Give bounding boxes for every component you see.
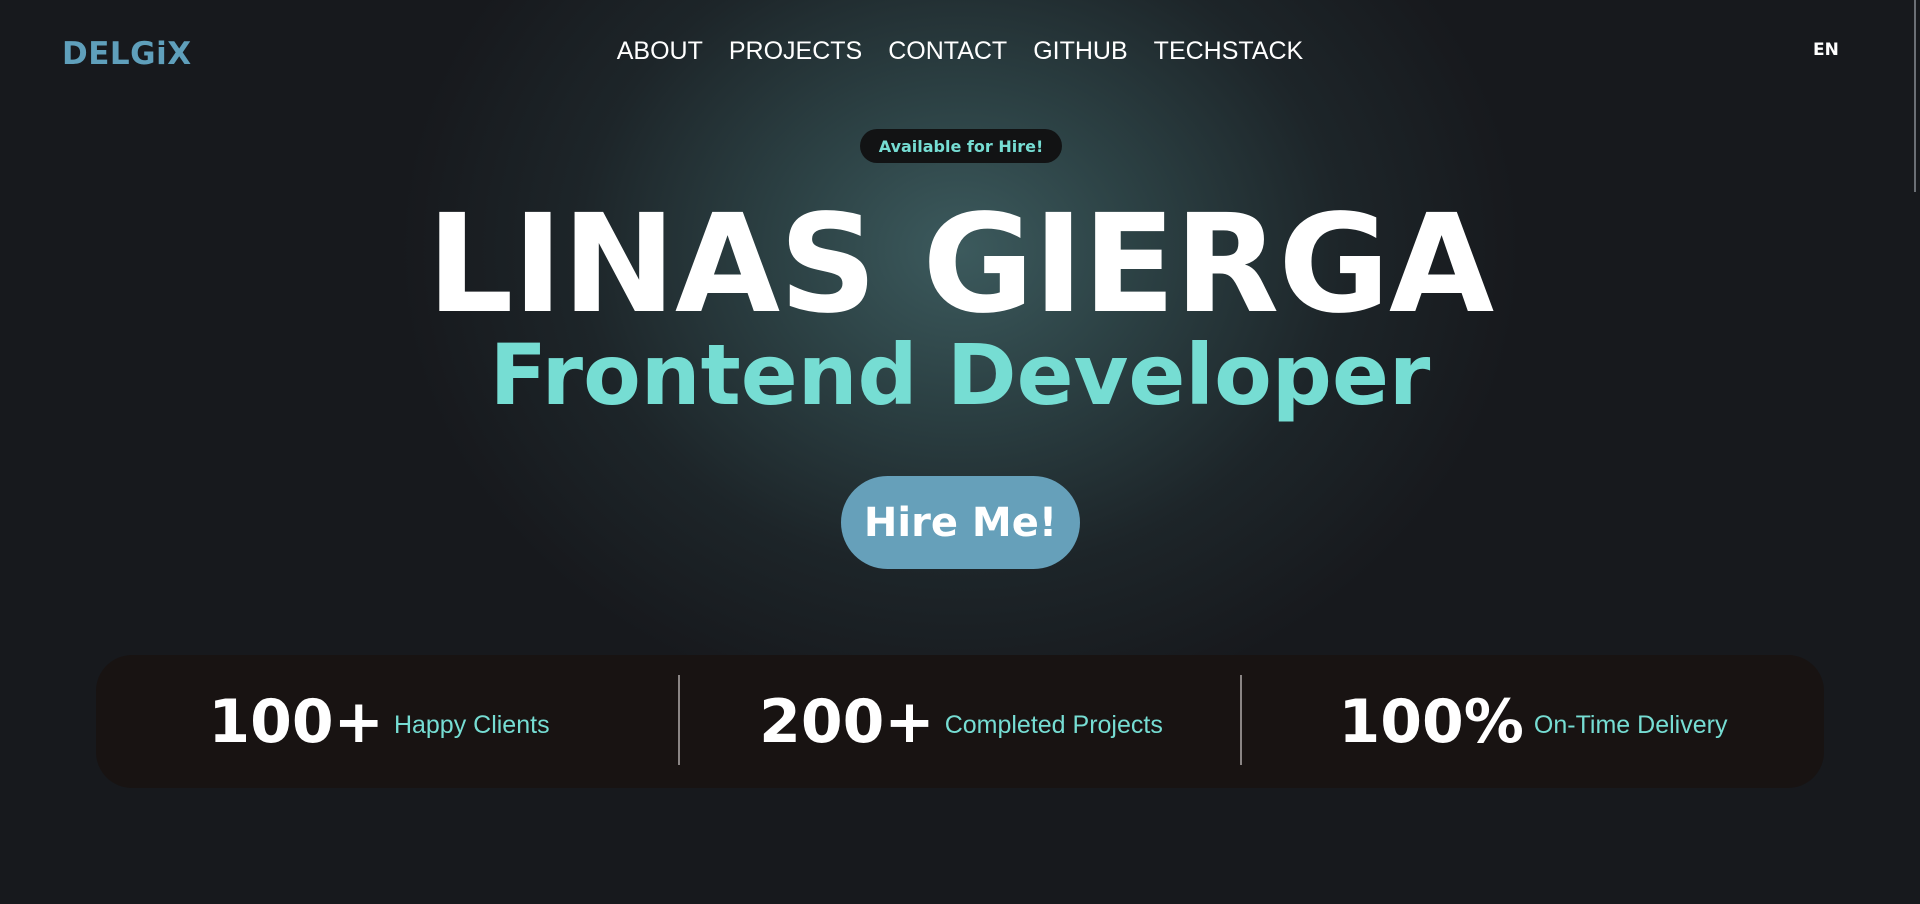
stat-label: Completed Projects — [944, 711, 1163, 739]
hire-me-button[interactable]: Hire Me! — [841, 476, 1080, 569]
hero-role: Frontend Developer — [489, 326, 1431, 424]
nav-contact[interactable]: CONTACT — [875, 34, 1020, 68]
stats-bar: 100+ Happy Clients 200+ Completed Projec… — [96, 655, 1824, 788]
stat-value: 100% — [1338, 686, 1524, 757]
scrollbar[interactable] — [1914, 0, 1916, 192]
stat-value: 200+ — [759, 686, 935, 757]
main-nav: ABOUT PROJECTS CONTACT GITHUB TECHSTACK — [0, 34, 1920, 68]
stat-value: 100+ — [208, 686, 384, 757]
hero-name: LINAS GIERGA — [426, 186, 1494, 344]
stat-happy-clients: 100+ Happy Clients — [96, 655, 662, 788]
stat-label: On-Time Delivery — [1533, 711, 1728, 739]
page: DELGiX ABOUT PROJECTS CONTACT GITHUB TEC… — [0, 0, 1920, 904]
stat-on-time-delivery: 100% On-Time Delivery — [1242, 655, 1824, 788]
stat-completed-projects: 200+ Completed Projects — [680, 655, 1242, 788]
nav-techstack[interactable]: TECHSTACK — [1141, 34, 1317, 68]
availability-badge: Available for Hire! — [860, 129, 1062, 163]
nav-github[interactable]: GITHUB — [1020, 34, 1140, 68]
nav-projects[interactable]: PROJECTS — [716, 34, 875, 68]
nav-about[interactable]: ABOUT — [604, 34, 716, 68]
stat-label: Happy Clients — [393, 711, 550, 739]
language-switcher[interactable]: EN — [1813, 40, 1839, 60]
